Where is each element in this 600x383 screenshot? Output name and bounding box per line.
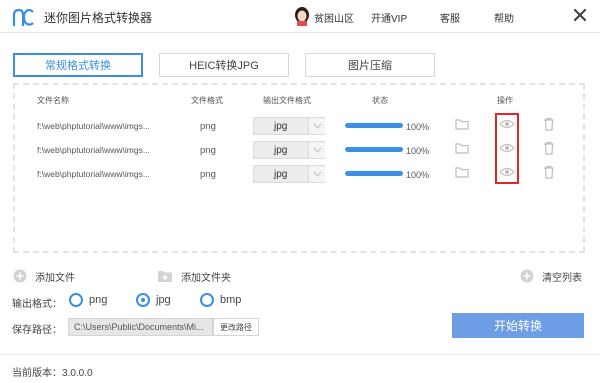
tab-label: 图片压缩 [348, 60, 392, 72]
output-format-select[interactable]: jpg [253, 165, 325, 183]
trash-icon[interactable] [543, 165, 555, 179]
row-format: png [200, 145, 216, 156]
progress-bar [345, 147, 403, 152]
add-file-button[interactable]: 添加文件 [13, 268, 75, 284]
start-convert-button[interactable]: 开始转换 [452, 313, 584, 338]
clear-list-label: 清空列表 [542, 272, 582, 284]
tab-heic-to-jpg[interactable]: HEIC转换JPG [159, 53, 289, 77]
app-logo-icon [12, 8, 34, 26]
row-format: png [200, 169, 216, 180]
chevron-down-icon [308, 118, 325, 134]
radio-label: jpg [156, 294, 171, 306]
avatar[interactable] [294, 6, 310, 26]
folder-icon[interactable] [455, 142, 469, 154]
tab-image-compress[interactable]: 图片压缩 [305, 53, 435, 77]
column-header-status: 状态 [372, 96, 388, 105]
progress-fill [345, 123, 403, 128]
chevron-down-icon [308, 166, 325, 182]
radio-jpg[interactable]: jpg [136, 293, 171, 307]
help-link[interactable]: 帮助 [494, 10, 514, 25]
progress-fill [345, 171, 403, 176]
trash-icon[interactable] [543, 141, 555, 155]
column-header-filename: 文件名称 [37, 96, 69, 105]
radio-circle-selected [136, 293, 150, 307]
vip-link[interactable]: 开通VIP [371, 10, 407, 25]
close-icon[interactable] [570, 5, 590, 25]
plus-circle-icon [520, 269, 534, 283]
folder-plus-icon [158, 271, 172, 282]
chevron-down-icon [308, 142, 325, 158]
status-percent: 100% [406, 170, 430, 180]
change-path-button[interactable]: 更改路径 [213, 318, 259, 336]
add-folder-label: 添加文件夹 [181, 272, 231, 284]
row-filename: f:\web\phptutorial\www\imgs... [37, 121, 150, 131]
output-format-label: 输出格式： [12, 299, 62, 310]
user-name[interactable]: 贫困山区 [314, 10, 354, 25]
radio-png[interactable]: png [69, 293, 107, 307]
clear-list-button[interactable]: 清空列表 [520, 268, 582, 284]
title-bar: 迷你图片格式转换器 贫困山区 开通VIP 客服 帮助 [0, 0, 600, 33]
radio-bmp[interactable]: bmp [200, 293, 241, 307]
select-value: jpg [274, 169, 288, 180]
save-path-input[interactable] [68, 318, 213, 336]
radio-circle [200, 293, 214, 307]
start-convert-label: 开始转换 [493, 319, 542, 333]
output-format-select[interactable]: jpg [253, 117, 325, 135]
status-percent: 100% [406, 122, 430, 132]
row-filename: f:\web\phptutorial\www\imgs... [37, 145, 150, 155]
radio-circle [69, 293, 83, 307]
row-format: png [200, 121, 216, 132]
progress-fill [345, 147, 403, 152]
support-link[interactable]: 客服 [440, 10, 460, 25]
preview-column-highlight [495, 113, 519, 184]
radio-label: bmp [220, 294, 242, 306]
progress-bar [345, 123, 403, 128]
tab-label: 常规格式转换 [45, 60, 111, 72]
trash-icon[interactable] [543, 117, 555, 131]
status-percent: 100% [406, 146, 430, 156]
app-title: 迷你图片格式转换器 [44, 11, 153, 25]
row-filename: f:\web\phptutorial\www\imgs... [37, 169, 150, 179]
add-folder-button[interactable]: 添加文件夹 [157, 268, 231, 284]
radio-label: png [89, 294, 108, 306]
folder-icon[interactable] [455, 118, 469, 130]
output-format-select[interactable]: jpg [253, 141, 325, 159]
progress-bar [345, 171, 403, 176]
folder-icon[interactable] [455, 166, 469, 178]
select-value: jpg [274, 121, 288, 132]
add-file-label: 添加文件 [35, 272, 75, 284]
status-bar: 当前版本：3.0.0.0 [0, 354, 600, 383]
tab-regular-convert[interactable]: 常规格式转换 [13, 53, 143, 77]
select-value: jpg [274, 145, 288, 156]
change-path-label: 更改路径 [220, 322, 252, 332]
tab-label: HEIC转换JPG [189, 60, 259, 72]
column-header-format: 文件格式 [191, 96, 223, 105]
column-header-actions: 操作 [497, 96, 513, 105]
version-text: 当前版本：3.0.0.0 [12, 368, 93, 379]
column-header-output-format: 输出文件格式 [263, 96, 311, 105]
plus-circle-icon [13, 269, 27, 283]
save-path-label: 保存路径： [12, 325, 62, 336]
